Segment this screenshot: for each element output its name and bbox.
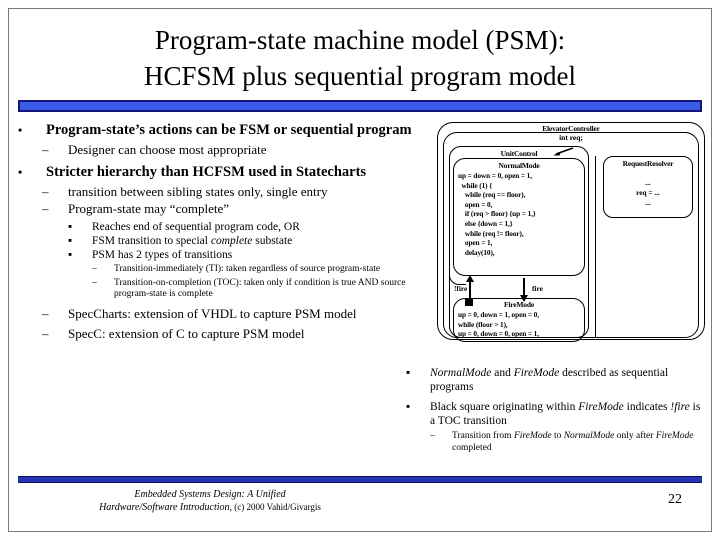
bullet-text-composite: NormalMode and FireMode described as seq… xyxy=(430,366,705,394)
footer-line-2: Hardware/Software Introduction, (c) 2000… xyxy=(40,501,380,514)
bullet-level3: ▪ Reaches end of sequential program code… xyxy=(8,220,420,234)
code-line: req = ... xyxy=(636,188,660,197)
bullet-text-composite: Transition from FireMode to NormalMode o… xyxy=(452,431,705,454)
footer-copyright-part: (c) 2000 Vahid/Givargis xyxy=(232,502,321,512)
bullet-level2: – SpecCharts: extension of VHDL to captu… xyxy=(8,306,420,322)
bullet-level1: • Program-state’s actions can be FSM or … xyxy=(8,122,420,139)
controller-name-label: ElevatorController xyxy=(542,124,600,133)
bullet-level2: – Program-state may “complete” xyxy=(8,201,420,217)
bullet-level1: • Stricter hierarchy than HCFSM used in … xyxy=(8,164,420,181)
emphasis-firemode: FireMode xyxy=(655,431,694,441)
fire-mode-label: FireMode xyxy=(504,300,534,309)
page-number: 22 xyxy=(668,492,682,507)
title-divider-bar xyxy=(18,100,702,112)
bullet-level3: ▪ NormalMode and FireMode described as s… xyxy=(400,366,705,394)
code-line: ... xyxy=(645,178,651,187)
transition-label-fire: fire xyxy=(532,284,543,293)
bullet-marker: – xyxy=(42,184,49,199)
slide-canvas: Program-state machine model (PSM): HCFSM… xyxy=(0,0,720,540)
bullet-marker: ▪ xyxy=(406,401,411,413)
left-content-column: • Program-state’s actions can be FSM or … xyxy=(8,122,420,343)
bullet-text: SpecC: extension of C to capture PSM mod… xyxy=(68,325,305,341)
bullet-marker: ▪ xyxy=(68,249,73,261)
footer-line-1: Embedded Systems Design: A Unified xyxy=(134,489,286,500)
bullet-text-composite: FSM transition to special complete subst… xyxy=(92,234,420,248)
footer-attribution: Embedded Systems Design: A Unified Hardw… xyxy=(40,488,380,514)
bullet-marker: – xyxy=(42,305,49,321)
bullet-level4: – Transition from FireMode to NormalMode… xyxy=(400,431,705,454)
bullet-marker: ▪ xyxy=(68,235,73,247)
bullet-level2: – SpecC: extension of C to capture PSM m… xyxy=(8,326,420,342)
code-line: ... xyxy=(645,198,651,207)
bullet-text: PSM has 2 types of transitions xyxy=(92,249,233,261)
bullet-level2: – transition between sibling states only… xyxy=(8,184,420,200)
bullet-text: Reaches end of sequential program code, … xyxy=(92,221,300,233)
transition-label-notfire: !fire xyxy=(454,284,468,293)
bullet-marker: ▪ xyxy=(406,367,411,379)
text-part: only after xyxy=(614,431,656,441)
bullet-level3: ▪ Black square originating within FireMo… xyxy=(400,400,705,428)
emphasis-firemode: FireMode xyxy=(578,401,624,413)
bullet-marker: – xyxy=(42,142,49,157)
normal-mode-label: NormalMode xyxy=(498,161,540,170)
title-line-2: HCFSM plus sequential program model xyxy=(144,61,576,91)
controller-variable-label: int req; xyxy=(559,133,583,142)
bullet-text: Stricter hierarchy than HCFSM used in St… xyxy=(46,164,367,180)
bullet-marker: • xyxy=(18,123,23,137)
text-part: substate xyxy=(252,235,293,247)
bullet-marker: ▪ xyxy=(68,221,73,233)
bullet-level3: ▪ FSM transition to special complete sub… xyxy=(8,234,420,248)
emphasis-firemode: FireMode xyxy=(513,431,552,441)
bullet-level4: – Transition-on-completion (TOC): taken … xyxy=(8,278,420,301)
text-part: and xyxy=(491,367,514,379)
bullet-marker: – xyxy=(92,277,97,288)
fire-mode-code: up = 0, down = 1, open = 0, while (floor… xyxy=(458,310,539,339)
text-part: Black square originating within xyxy=(430,401,579,413)
psm-elevator-diagram: ElevatorController int req; UnitControl … xyxy=(437,120,705,342)
bullet-text: transition between sibling states only, … xyxy=(68,184,328,199)
bullet-marker: – xyxy=(92,264,97,274)
page-title: Program-state machine model (PSM): HCFSM… xyxy=(30,22,690,94)
bullet-text: Designer can choose most appropriate xyxy=(68,142,267,157)
bullet-marker: – xyxy=(42,325,49,341)
footer-title-part: Hardware/Software Introduction, xyxy=(99,502,233,513)
bullet-level2: – Designer can choose most appropriate xyxy=(8,142,420,158)
text-part: to xyxy=(551,431,564,441)
initial-state-arrow-icon xyxy=(553,147,574,156)
normal-mode-code: up = down = 0, open = 1, while (1) { whi… xyxy=(458,171,536,257)
bullet-text: SpecCharts: extension of VHDL to capture… xyxy=(68,305,357,321)
text-part: indicates xyxy=(623,401,671,413)
emphasis-complete: complete xyxy=(210,235,253,247)
emphasis-firemode: FireMode xyxy=(513,367,560,379)
request-resolver-label: RequestResolver xyxy=(622,159,674,168)
concurrency-divider-line xyxy=(595,156,596,338)
text-part: completed xyxy=(452,442,492,453)
bullet-text: Program-state’s actions can be FSM or se… xyxy=(46,122,412,138)
transition-arrowhead-notfire xyxy=(466,275,474,282)
footer-divider-bar xyxy=(18,476,702,483)
right-content-column: ▪ NormalMode and FireMode described as s… xyxy=(400,366,705,454)
bullet-text: Program-state may “complete” xyxy=(68,201,229,216)
text-part: FSM transition to special xyxy=(92,235,211,247)
bullet-text-composite: Black square originating within FireMode… xyxy=(430,400,705,428)
text-part: Transition from xyxy=(452,431,514,441)
emphasis-notfire: !fire xyxy=(670,401,690,413)
bullet-text: Transition-on-completion (TOC): taken on… xyxy=(114,277,406,300)
bullet-level3: ▪ PSM has 2 types of transitions xyxy=(8,248,420,262)
emphasis-normalmode: NormalMode xyxy=(430,367,492,379)
bullet-marker: – xyxy=(42,201,49,216)
title-line-1: Program-state machine model (PSM): xyxy=(154,25,566,55)
emphasis-normalmode: NormalMode xyxy=(563,431,615,441)
bullet-text: Transition-immediately (TI): taken regar… xyxy=(114,264,381,274)
request-resolver-code: ... req = ... ... xyxy=(603,178,693,208)
bullet-marker: • xyxy=(18,165,23,179)
bullet-marker: – xyxy=(430,431,435,441)
bullet-level4: – Transition-immediately (TI): taken reg… xyxy=(8,264,420,276)
